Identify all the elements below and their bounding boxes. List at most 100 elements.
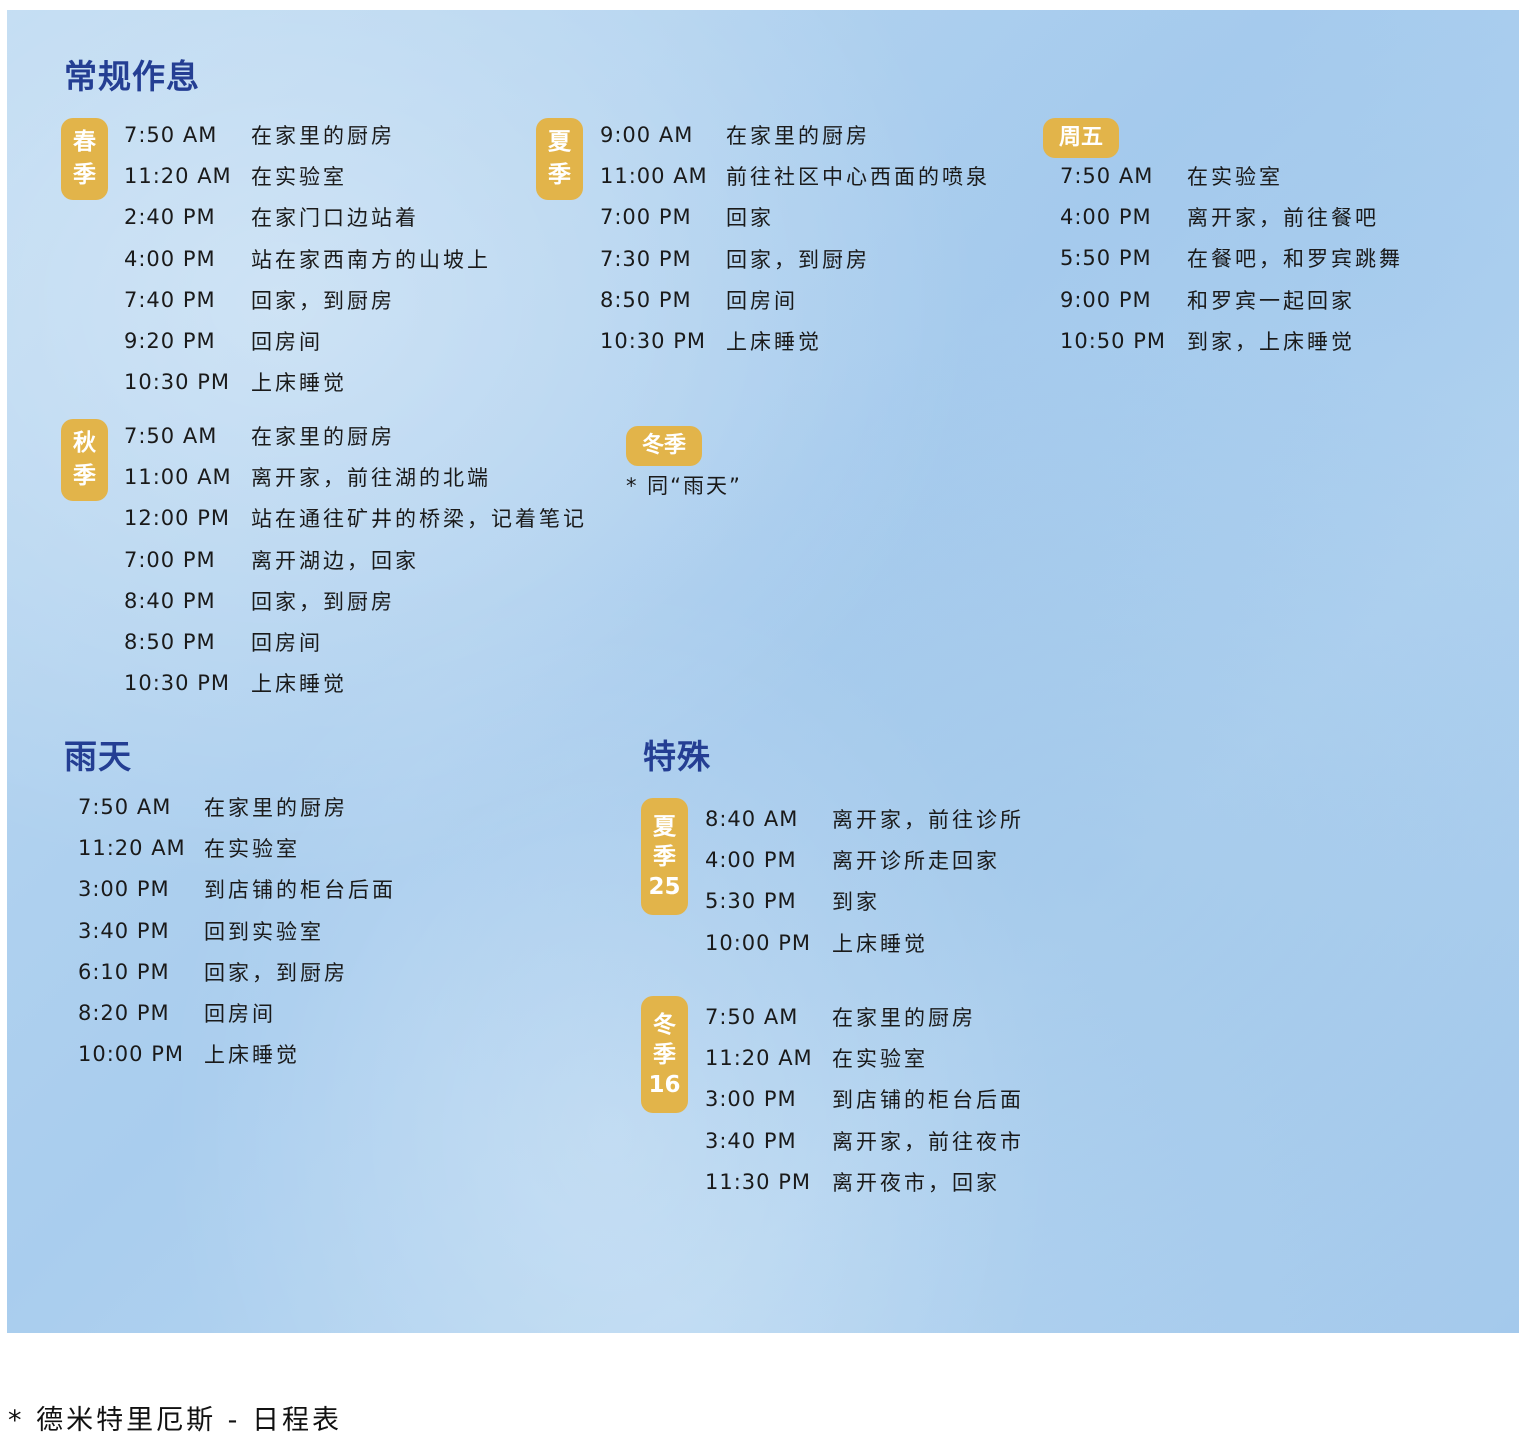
schedule-row: 5:30 PM 到家 bbox=[705, 881, 1024, 922]
row-activity: 回家，到厨房 bbox=[204, 960, 348, 985]
schedule-row: 4:00 PM 离开家，前往餐吧 bbox=[1060, 196, 1403, 237]
summer-badge-char-2: 季 bbox=[548, 162, 571, 188]
row-time: 11:30 PM bbox=[705, 1169, 811, 1194]
row-time: 8:50 PM bbox=[600, 287, 692, 312]
row-time: 9:00 AM bbox=[600, 122, 694, 147]
row-activity: 在家门口边站着 bbox=[251, 206, 419, 231]
row-time: 8:40 PM bbox=[124, 588, 216, 613]
row-time: 7:00 PM bbox=[124, 547, 216, 572]
summer-25-badge: 夏 季 25 bbox=[641, 798, 688, 915]
schedule-row: 10:50 PM 到家，上床睡觉 bbox=[1060, 320, 1403, 361]
schedule-row: 11:20 AM 在实验室 bbox=[78, 827, 396, 868]
schedule-row: 8:20 PM 回房间 bbox=[78, 992, 396, 1033]
row-activity: 回家，到厨房 bbox=[726, 247, 870, 272]
schedule-row: 7:50 AM 在家里的厨房 bbox=[78, 786, 396, 827]
row-activity: 和罗宾一起回家 bbox=[1187, 288, 1355, 313]
autumn-badge-char-2: 季 bbox=[73, 463, 96, 489]
row-time: 7:50 AM bbox=[124, 122, 218, 147]
row-time: 11:00 AM bbox=[124, 464, 232, 489]
row-time: 6:10 PM bbox=[78, 959, 170, 984]
row-time: 10:00 PM bbox=[78, 1042, 184, 1067]
schedule-row: 11:30 PM 离开夜市，回家 bbox=[705, 1161, 1024, 1202]
schedule-row: 3:00 PM 到店铺的柜台后面 bbox=[78, 869, 396, 910]
schedule-row: 3:40 PM 回到实验室 bbox=[78, 910, 396, 951]
footer-caption: * 德米特里厄斯 - 日程表 bbox=[8, 1405, 342, 1436]
row-activity: 回房间 bbox=[204, 1002, 276, 1027]
schedule-row: 11:00 AM 离开家，前往湖的北端 bbox=[124, 456, 587, 497]
row-activity: 到家，上床睡觉 bbox=[1187, 329, 1355, 354]
schedule-row: 11:20 AM 在实验室 bbox=[124, 155, 491, 196]
row-time: 7:50 AM bbox=[1060, 163, 1154, 188]
row-time: 3:40 PM bbox=[78, 918, 170, 943]
winter-16-badge: 冬 季 16 bbox=[641, 996, 688, 1113]
row-activity: 回家，到厨房 bbox=[251, 288, 395, 313]
row-activity: 回房间 bbox=[726, 288, 798, 313]
row-activity: 上床睡觉 bbox=[251, 672, 347, 697]
row-time: 11:20 AM bbox=[705, 1045, 813, 1070]
row-activity: 站在家西南方的山坡上 bbox=[251, 247, 491, 272]
row-time: 7:30 PM bbox=[600, 246, 692, 271]
summer-25-badge-day: 25 bbox=[648, 873, 681, 900]
summer-25-badge-char-2: 季 bbox=[653, 843, 676, 870]
row-activity: 上床睡觉 bbox=[251, 371, 347, 396]
winter-16-badge-char-1: 冬 bbox=[653, 1011, 676, 1038]
row-time: 12:00 PM bbox=[124, 506, 230, 531]
row-time: 8:50 PM bbox=[124, 630, 216, 655]
summer-badge-char-1: 夏 bbox=[548, 129, 571, 155]
row-activity: 离开夜市，回家 bbox=[832, 1170, 1000, 1195]
schedule-row: 8:50 PM 回房间 bbox=[124, 621, 587, 662]
schedule-row: 5:50 PM 在餐吧，和罗宾跳舞 bbox=[1060, 238, 1403, 279]
row-activity: 离开诊所走回家 bbox=[832, 848, 1000, 873]
schedule-row: 6:10 PM 回家，到厨房 bbox=[78, 951, 396, 992]
row-time: 7:50 AM bbox=[78, 794, 172, 819]
row-activity: 在家里的厨房 bbox=[251, 123, 395, 148]
schedule-row: 3:00 PM 到店铺的柜台后面 bbox=[705, 1079, 1024, 1120]
regular-schedule-title: 常规作息 bbox=[64, 57, 200, 96]
row-activity: 回家，到厨房 bbox=[251, 589, 395, 614]
row-activity: 在家里的厨房 bbox=[251, 424, 395, 449]
row-activity: 离开湖边，回家 bbox=[251, 548, 419, 573]
row-activity: 到店铺的柜台后面 bbox=[832, 1088, 1024, 1113]
schedule-row: 4:00 PM 站在家西南方的山坡上 bbox=[124, 238, 491, 279]
schedule-row: 7:30 PM 回家，到厨房 bbox=[600, 238, 990, 279]
row-activity: 离开家，前往夜市 bbox=[832, 1129, 1024, 1154]
summer-25-schedule-list: 8:40 AM 离开家，前往诊所 4:00 PM 离开诊所走回家 5:30 PM 到家… bbox=[705, 798, 1024, 963]
row-activity: 上床睡觉 bbox=[204, 1043, 300, 1068]
schedule-row: 2:40 PM 在家门口边站着 bbox=[124, 197, 491, 238]
schedule-row: 7:50 AM 在家里的厨房 bbox=[705, 996, 1024, 1037]
row-time: 4:00 PM bbox=[124, 246, 216, 271]
row-activity: 在餐吧，和罗宾跳舞 bbox=[1187, 247, 1403, 272]
row-activity: 在家里的厨房 bbox=[832, 1005, 976, 1030]
row-activity: 离开家，前往诊所 bbox=[832, 807, 1024, 832]
row-activity: 站在通往矿井的桥梁，记着笔记 bbox=[251, 507, 587, 532]
row-time: 10:50 PM bbox=[1060, 328, 1166, 353]
row-activity: 到家 bbox=[832, 890, 880, 915]
row-time: 7:50 AM bbox=[705, 1004, 799, 1029]
row-time: 11:20 AM bbox=[78, 835, 186, 860]
autumn-badge-char-1: 秋 bbox=[73, 430, 96, 456]
row-time: 7:40 PM bbox=[124, 287, 216, 312]
friday-badge: 周五 bbox=[1043, 118, 1120, 158]
row-time: 10:30 PM bbox=[124, 671, 230, 696]
schedule-row: 10:30 PM 上床睡觉 bbox=[124, 362, 491, 403]
winter-note: * 同“雨天” bbox=[626, 474, 742, 498]
row-activity: 在实验室 bbox=[251, 164, 347, 189]
row-time: 7:50 AM bbox=[124, 423, 218, 448]
rainy-schedule-list: 7:50 AM 在家里的厨房 11:20 AM 在实验室 3:00 PM 到店铺的柜台… bbox=[78, 786, 396, 1075]
row-activity: 在实验室 bbox=[832, 1046, 928, 1071]
row-activity: 上床睡觉 bbox=[726, 330, 822, 355]
summer-schedule-list: 9:00 AM 在家里的厨房 11:00 AM 前往社区中心西面的喷泉 7:00 P… bbox=[600, 114, 990, 362]
row-activity: 在家里的厨房 bbox=[204, 795, 348, 820]
row-time: 4:00 PM bbox=[705, 847, 797, 872]
row-time: 8:40 AM bbox=[705, 806, 799, 831]
row-time: 10:30 PM bbox=[600, 329, 706, 354]
row-activity: 到店铺的柜台后面 bbox=[204, 878, 396, 903]
spring-badge: 春 季 bbox=[61, 118, 108, 200]
schedule-row: 3:40 PM 离开家，前往夜市 bbox=[705, 1120, 1024, 1161]
row-time: 10:00 PM bbox=[705, 930, 811, 955]
schedule-row: 10:30 PM 上床睡觉 bbox=[124, 663, 587, 704]
schedule-row: 7:50 AM 在家里的厨房 bbox=[124, 415, 587, 456]
row-activity: 回家 bbox=[726, 206, 774, 231]
schedule-row: 7:00 PM 回家 bbox=[600, 197, 990, 238]
row-activity: 上床睡觉 bbox=[832, 931, 928, 956]
